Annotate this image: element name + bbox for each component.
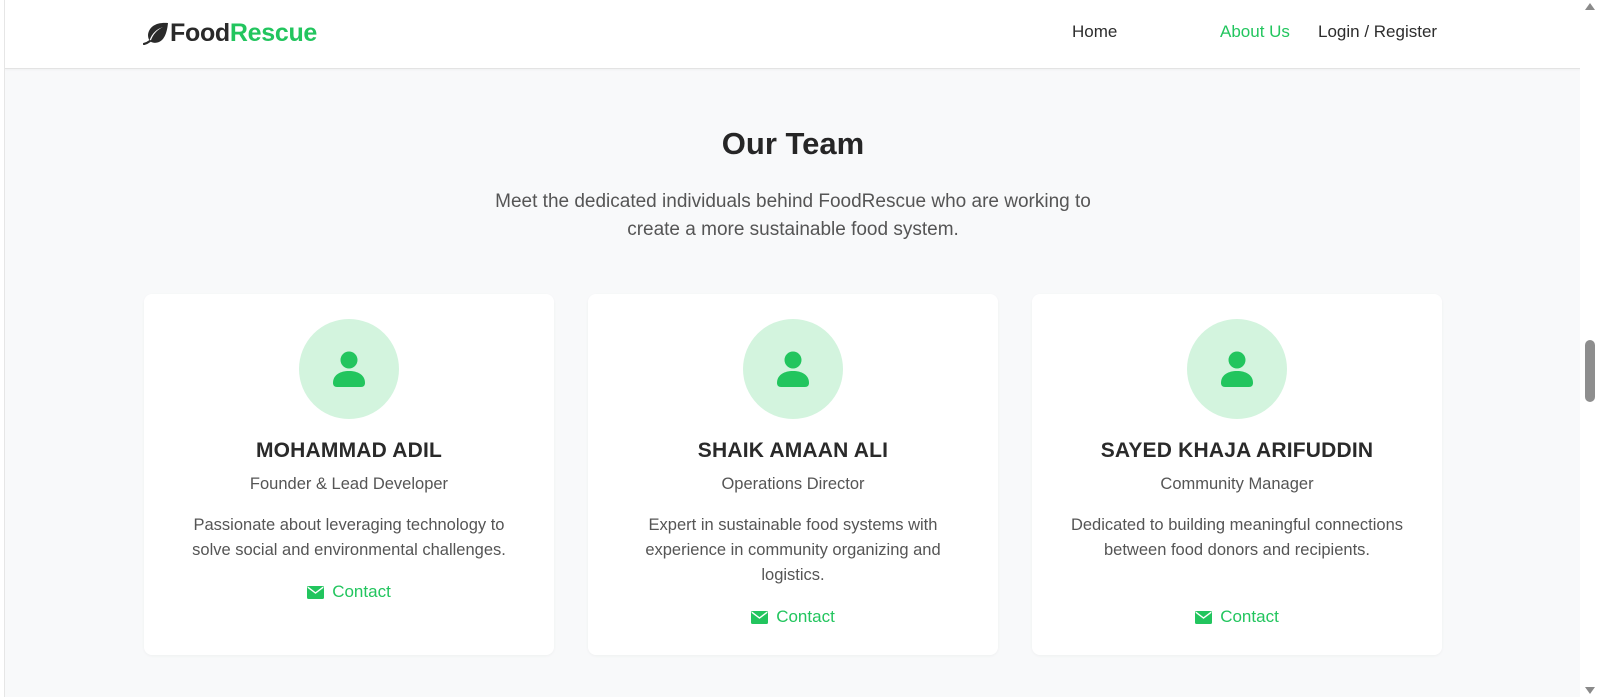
team-card: SAYED KHAJA ARIFUDDIN Community Manager … (1032, 294, 1442, 655)
member-role: Community Manager (1160, 475, 1314, 493)
user-icon (1221, 351, 1253, 387)
logo-text-food: Food (170, 18, 230, 47)
contact-link[interactable]: Contact (588, 607, 998, 627)
section-subtitle: Meet the dedicated individuals behind Fo… (495, 191, 1091, 240)
envelope-icon (751, 610, 769, 624)
member-name: SHAIK AMAAN ALI (697, 439, 889, 462)
member-name: MOHAMMAD ADIL (255, 439, 443, 462)
scroll-down-arrow-icon[interactable] (1585, 687, 1595, 694)
member-role: Operations Director (721, 475, 865, 493)
member-bio: Expert in sustainable food systems with … (645, 516, 941, 584)
site-logo[interactable]: Food Rescue (142, 18, 318, 48)
member-name: SAYED KHAJA ARIFUDDIN (1100, 439, 1374, 462)
member-bio: Passionate about leveraging technology t… (192, 516, 506, 559)
nav-home[interactable]: Home (1072, 22, 1117, 42)
user-icon (777, 351, 809, 387)
envelope-icon (307, 585, 325, 599)
vertical-scrollbar[interactable] (1580, 0, 1600, 697)
scroll-up-arrow-icon[interactable] (1585, 3, 1595, 10)
site-header: Food Rescue Home About Us Login / Registe… (5, 0, 1580, 69)
section-title: Our Team (721, 126, 865, 161)
team-card: MOHAMMAD ADIL Founder & Lead Developer P… (144, 294, 554, 655)
leaf-icon (142, 21, 169, 46)
contact-label: Contact (1220, 607, 1279, 626)
contact-label: Contact (332, 582, 391, 601)
avatar (743, 319, 843, 419)
contact-link[interactable]: Contact (144, 582, 554, 602)
nav-login-register[interactable]: Login / Register (1318, 22, 1437, 42)
member-bio: Dedicated to building meaningful connect… (1070, 516, 1404, 559)
avatar (299, 319, 399, 419)
scroll-thumb[interactable] (1585, 340, 1595, 402)
avatar (1187, 319, 1287, 419)
team-card: SHAIK AMAAN ALI Operations Director Expe… (588, 294, 998, 655)
logo-text-rescue: Rescue (229, 18, 318, 47)
contact-label: Contact (776, 607, 835, 626)
contact-link[interactable]: Contact (1032, 607, 1442, 627)
nav-about-us[interactable]: About Us (1220, 22, 1290, 42)
page: Food Rescue Home About Us Login / Registe… (4, 0, 1580, 697)
envelope-icon (1195, 610, 1213, 624)
member-role: Founder & Lead Developer (249, 475, 449, 493)
user-icon (333, 351, 365, 387)
